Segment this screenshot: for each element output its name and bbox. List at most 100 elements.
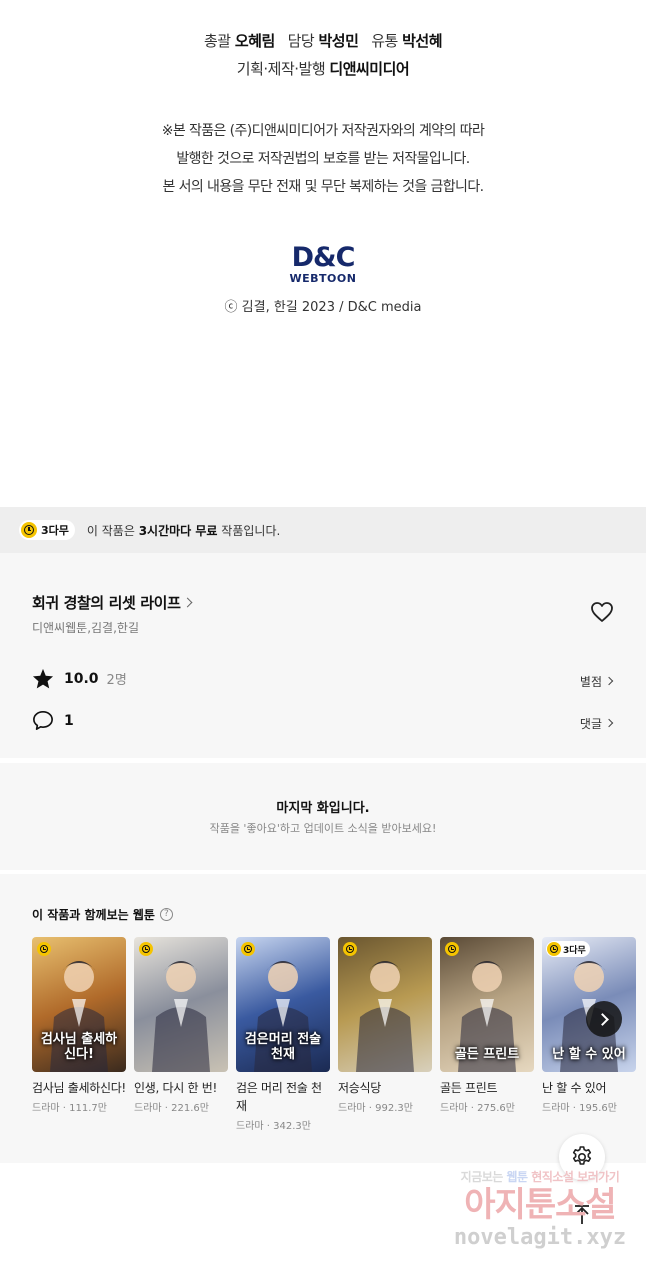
comment-count: 1	[64, 712, 74, 729]
webtoon-title: 검사님 출세하신다!	[32, 1081, 126, 1095]
webtoon-title: 골든 프린트	[440, 1081, 498, 1095]
separator: ·	[161, 1103, 172, 1114]
star-icon	[32, 668, 54, 689]
watermark-url: novelagit.xyz	[453, 1225, 627, 1250]
rating-link-label: 별점	[579, 675, 602, 689]
credit-value: 박선혜	[402, 32, 442, 50]
webtoon-title: 검은 머리 전술 천재	[236, 1081, 322, 1113]
separator: ·	[365, 1103, 376, 1114]
rating-link[interactable]: 별점	[579, 673, 614, 690]
cover-title-text: 난 할 수 있어	[552, 1047, 626, 1062]
next-arrow-button[interactable]	[586, 1001, 622, 1037]
logo-subtext: WEBTOON	[289, 272, 357, 285]
recommendations-heading: 이 작품과 함께보는 웹툰 ?	[32, 906, 173, 923]
webtoon-meta: 드라마 · 195.6만	[542, 1099, 636, 1114]
watermark-word: 웹툰	[506, 1170, 529, 1184]
cover-illustration	[152, 961, 210, 1072]
site-watermark: 지금보는 웹툰 현직소설 보러가기 아지툰소설 novelagit.xyz	[440, 1168, 640, 1278]
rating-value: 10.0	[64, 670, 99, 687]
free-info-bar: 3다무 이 작품은 3시간마다 무료 작품입니다.	[0, 507, 646, 553]
copyright-text: ⓒ 김결, 한길 2023 / D&C media	[224, 300, 422, 315]
webtoon-views: 221.6만	[171, 1103, 209, 1114]
rating-row: 10.0 2명	[32, 668, 127, 689]
help-icon[interactable]: ?	[159, 908, 173, 921]
credits-staff-line: 총괄 오혜림 담당 박성민 유통 박선혜	[0, 30, 646, 51]
webtoon-genre: 드라마	[440, 1103, 468, 1114]
recommendations-title: 이 작품과 함께보는 웹툰	[32, 908, 155, 922]
recommendation-card[interactable]: 골든 프린트 골든 프린트 드라마 · 275.6만	[440, 937, 534, 1114]
last-episode-section: 마지막 화입니다. 작품을 '좋아요'하고 업데이트 소식을 받아보세요!	[0, 763, 646, 870]
separator: ·	[569, 1103, 580, 1114]
separator: ·	[59, 1103, 70, 1114]
webtoon-title: 인생, 다시 한 번!	[134, 1081, 218, 1095]
last-episode-subtitle: 작품을 '좋아요'하고 업데이트 소식을 받아보세요!	[209, 822, 437, 835]
comment-icon	[33, 711, 53, 730]
webtoon-views: 195.6만	[579, 1103, 617, 1114]
separator: ·	[263, 1121, 274, 1132]
comments-link[interactable]: 댓글	[579, 715, 614, 732]
credit-value: 박성민	[318, 32, 359, 50]
recommendation-card[interactable]: 저승식당 드라마 · 992.3만	[338, 937, 432, 1114]
free-info-text: 이 작품은 3시간마다 무료 작품입니다.	[87, 522, 280, 539]
credit-label: 담당	[287, 32, 315, 50]
copyright-notice-line: 본 서의 내용을 무단 전재 및 무단 복제하는 것을 금합니다.	[162, 179, 485, 195]
clock-icon	[139, 942, 153, 956]
credit-label: 총괄	[203, 32, 231, 50]
copyright-notice-line: ※본 작품은 (주)디앤씨미디어가 저작권자와의 계약의 따라	[161, 123, 485, 139]
badge-label: 3다무	[563, 945, 586, 956]
badge-label: 3다무	[41, 524, 69, 537]
clock-icon	[547, 942, 561, 956]
comments-link-label: 댓글	[579, 717, 602, 731]
work-authors: 디앤씨웹툰,김결,한길	[32, 621, 139, 635]
webtoon-genre: 드라마	[542, 1103, 570, 1114]
free-text-post: 작품입니다.	[217, 523, 281, 538]
webtoon-genre: 드라마	[236, 1121, 264, 1132]
logo-text: D&C	[291, 242, 356, 273]
webtoon-thumbnail: 골든 프린트	[440, 937, 534, 1072]
cover-title-text: 검은머리 전술천재	[244, 1032, 322, 1062]
webtoon-meta: 드라마 · 221.6만	[134, 1099, 228, 1114]
webtoon-meta: 드라마 · 275.6만	[440, 1099, 534, 1114]
webtoon-thumbnail: 검은머리 전술천재	[236, 937, 330, 1072]
webtoon-meta: 드라마 · 111.7만	[32, 1099, 126, 1114]
webtoon-genre: 드라마	[134, 1103, 162, 1114]
webtoon-views: 342.3만	[273, 1121, 311, 1132]
webtoon-title: 난 할 수 있어	[542, 1081, 607, 1095]
recommendation-card[interactable]: 인생, 다시 한 번! 드라마 · 221.6만	[134, 937, 228, 1114]
chevron-right-icon	[604, 718, 614, 728]
watermark-word: 지금보는	[460, 1170, 504, 1184]
recommendations-section: 이 작품과 함께보는 웹툰 ? 검사님 출세하신다! 검사님 출세하신다! 드라마 …	[0, 874, 646, 1163]
clock-icon	[343, 942, 357, 956]
webtoon-meta: 드라마 · 342.3만	[236, 1117, 330, 1132]
credits-publisher-line: 기획·제작·발행 디앤씨미디어	[0, 58, 646, 79]
watermark-tagline: 지금보는 웹툰 현직소설 보러가기	[440, 1168, 640, 1185]
chevron-right-icon	[604, 676, 614, 686]
clock-icon	[241, 942, 255, 956]
credits-section: 총괄 오혜림 담당 박성민 유통 박선혜 기획·제작·발행 디앤씨미디어 ※본 …	[0, 0, 646, 507]
webtoon-thumbnail	[338, 937, 432, 1072]
webtoon-meta: 드라마 · 992.3만	[338, 1099, 432, 1114]
separator: ·	[467, 1103, 478, 1114]
cover-illustration	[356, 961, 414, 1072]
work-info-section	[0, 553, 646, 758]
rating-count: 2명	[106, 673, 127, 688]
free-text-bold: 3시간마다 무료	[138, 523, 218, 538]
webtoon-thumbnail	[134, 937, 228, 1072]
webtoon-views: 111.7만	[69, 1103, 107, 1114]
recommendation-card[interactable]: 검사님 출세하신다! 검사님 출세하신다! 드라마 · 111.7만	[32, 937, 126, 1114]
last-episode-title: 마지막 화입니다.	[276, 801, 370, 816]
webtoon-thumbnail: 3다무난 할 수 있어	[542, 937, 636, 1072]
chevron-right-icon	[595, 1012, 609, 1026]
wait-free-badge: 3다무	[546, 941, 590, 957]
recommendation-card[interactable]: 검은머리 전술천재검은 머리 전술 천재드라마 · 342.3만	[236, 937, 330, 1132]
copyright-notice-line: 발행한 것으로 저작권법의 보호를 받는 저작물입니다.	[176, 151, 470, 167]
work-title-link[interactable]: 회귀 경찰의 리셋 라이프	[32, 592, 193, 613]
watermark-word: 현직소설	[531, 1170, 574, 1184]
wait-free-badge: 3다무	[19, 520, 75, 540]
clock-icon	[445, 942, 459, 956]
watermark-brand: 아지툰소설	[464, 1185, 616, 1225]
like-heart-icon[interactable]	[590, 601, 614, 623]
webtoon-views: 992.3만	[375, 1103, 413, 1114]
clock-icon	[37, 942, 51, 956]
dc-webtoon-logo: D&C WEBTOON	[283, 242, 363, 286]
